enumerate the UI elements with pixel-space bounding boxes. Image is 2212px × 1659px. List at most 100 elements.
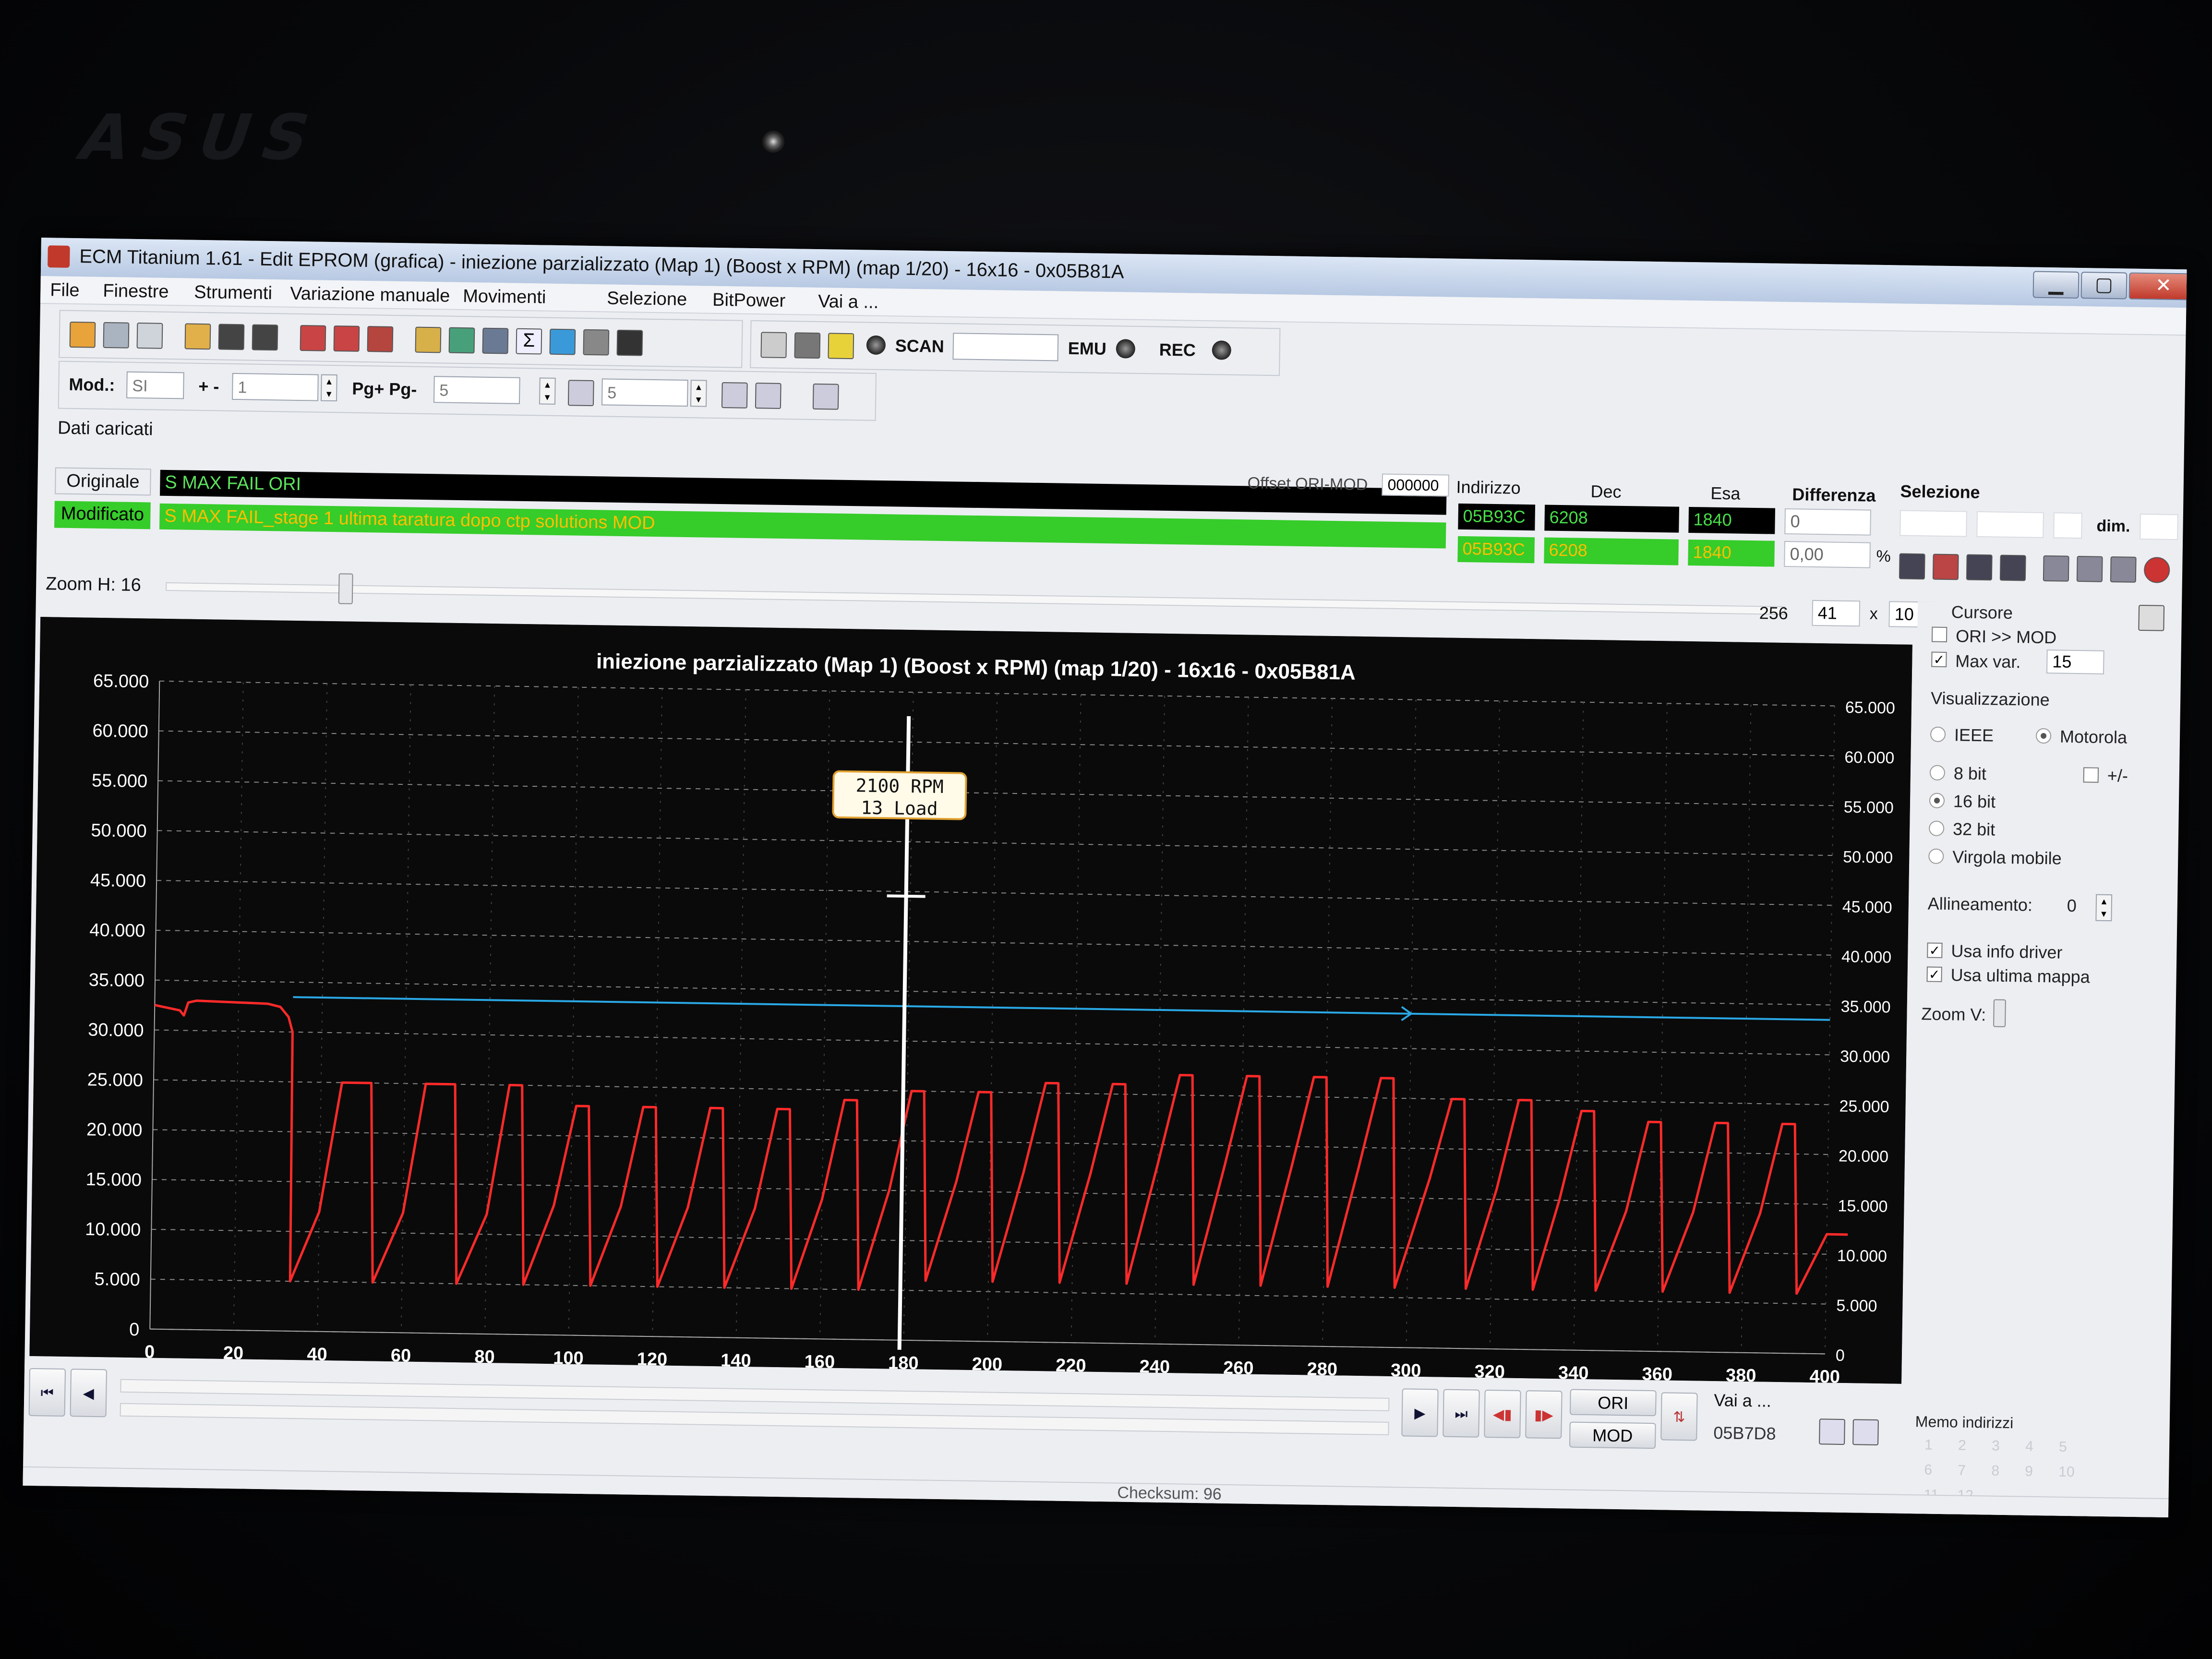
menu-movimenti[interactable]: Movimenti [463,286,546,308]
menu-vai-a[interactable]: Vai a ... [818,291,879,313]
bit8-radio[interactable] [1929,765,1946,781]
menu-finestre[interactable]: Finestre [103,281,169,302]
sigma-icon[interactable]: Σ [516,328,542,355]
page-step-field[interactable]: 5 [433,376,520,404]
binoculars-icon[interactable] [616,329,643,356]
zoom-v-slider[interactable] [1993,999,2006,1027]
home-icon[interactable] [69,321,96,348]
motorola-radio[interactable] [2035,728,2052,744]
mod-address-field[interactable]: 05B93C [1457,536,1535,564]
save-as-icon[interactable] [252,324,278,351]
close-button[interactable]: ✕ [2128,272,2187,301]
open-folder-icon[interactable] [184,323,211,350]
ori-esa-field[interactable]: 1840 [1688,506,1776,534]
maximize-button[interactable]: ▢ [2080,272,2128,300]
usa-ultima-checkbox[interactable]: ✓ [1926,966,1942,982]
allineamento-spinner[interactable]: ▲ ▼ [2095,894,2113,922]
map-chart-svg[interactable]: iniezione parzializzato (Map 1) (Boost x… [29,617,1912,1387]
menu-bitpower[interactable]: BitPower [712,290,786,312]
ori-toggle-button[interactable]: ORI [1569,1389,1657,1417]
percent-field[interactable]: 5 [601,378,688,407]
paste-selection-icon[interactable] [2076,555,2103,582]
copy-selection-icon[interactable] [2043,555,2069,582]
zoom-h-track[interactable] [166,582,1786,615]
select-tool-4-icon[interactable] [1999,554,2026,581]
first-map-button[interactable]: ⏮ [28,1368,66,1417]
percent-icon[interactable] [567,380,594,407]
menu-selezione[interactable]: Selezione [607,288,687,310]
vai-a-address[interactable]: 05B7D8 [1713,1423,1776,1444]
memo-slot[interactable]: 10 [2058,1464,2075,1480]
ori-mod-checkbox[interactable] [1931,626,1948,642]
copy-icon[interactable] [103,322,130,349]
lock-panel-icon[interactable] [2138,604,2165,631]
menu-strumenti[interactable]: Strumenti [194,282,272,304]
memo-slot[interactable]: 2 [1958,1438,1966,1454]
menu-file[interactable]: File [50,280,80,301]
memo-slot[interactable]: 4 [2025,1439,2033,1455]
prev-diff-button[interactable]: ◀▮ [1484,1389,1521,1438]
mod-toggle-button[interactable]: MOD [1569,1421,1656,1449]
zoom-pos-field[interactable]: 41 [1812,600,1861,627]
allineamento-value[interactable]: 0 [2067,896,2077,916]
matrix-icon[interactable] [755,383,781,409]
memo-slot[interactable]: 3 [1992,1438,2000,1455]
emu-led-icon[interactable] [1116,339,1136,359]
ori-address-field[interactable]: 05B93C [1458,503,1536,531]
zoom-h-slider[interactable] [338,573,353,604]
next-map-button[interactable]: ▶ [1401,1388,1439,1437]
mod-diff-field[interactable]: 0,00 [1784,541,1871,568]
last-map-button[interactable]: ⏭ [1443,1389,1480,1438]
scan-dropdown[interactable] [952,333,1059,361]
swap-icon[interactable]: ⇅ [1660,1392,1698,1441]
minimize-button[interactable]: ▁ [2032,271,2080,299]
memo-slot[interactable]: 7 [1958,1463,1966,1479]
prev-map-button[interactable]: ◀ [70,1369,108,1418]
float-radio[interactable] [1928,848,1944,864]
selezione-from-field[interactable] [1899,510,1967,537]
move-left-icon[interactable] [1819,1419,1845,1445]
map-chart[interactable]: iniezione parzializzato (Map 1) (Boost x… [29,617,1912,1387]
memo-slot[interactable]: 8 [1991,1463,1999,1479]
rec-led-icon[interactable] [1212,340,1232,360]
next-diff-button[interactable]: ▮▶ [1525,1390,1563,1439]
calculator-icon[interactable] [448,327,475,354]
ieee-radio[interactable] [1930,726,1946,742]
bit32-radio[interactable] [1928,820,1945,836]
mod-field[interactable]: SI [126,371,184,399]
originale-button[interactable]: Originale [55,467,151,496]
step-field[interactable]: 1 [232,373,319,401]
color-icon[interactable] [549,328,576,355]
multiply-icon[interactable] [721,382,748,409]
memo-slot[interactable]: 9 [2025,1464,2033,1480]
offset-field[interactable]: 000000 [1382,473,1450,497]
select-tool-2-icon[interactable] [1932,553,1959,580]
signed-checkbox[interactable] [2083,767,2099,783]
select-tool-3-icon[interactable] [1966,554,1993,581]
selezione-to-field[interactable] [1976,511,2044,538]
selezione-extra-field[interactable] [2053,512,2082,539]
export-selection-icon[interactable] [2110,556,2137,583]
memo-slot[interactable]: 6 [1924,1462,1932,1478]
menu-variazione-manuale[interactable]: Variazione manuale [290,284,450,307]
save-icon[interactable] [218,324,245,350]
memo-slot[interactable]: 5 [2059,1439,2067,1455]
import-icon[interactable] [482,327,509,354]
table-icon[interactable] [583,329,610,356]
ori-diff-field[interactable]: 0 [1784,508,1872,536]
max-var-checkbox[interactable]: ✓ [1931,651,1947,667]
mod-esa-field[interactable]: 1840 [1688,539,1775,567]
person-icon[interactable] [828,333,854,360]
undo-icon[interactable] [812,383,839,410]
mod-dec-field[interactable]: 6208 [1544,537,1679,565]
move-right-icon[interactable] [1852,1419,1879,1446]
check-icon[interactable] [300,325,326,351]
compare-icon[interactable] [333,325,360,352]
modificato-button[interactable]: Modificato [54,501,151,529]
calendar-icon[interactable] [367,326,394,352]
max-var-field[interactable]: 15 [2046,649,2104,674]
edit-icon[interactable] [415,326,442,353]
bit16-radio[interactable] [1929,793,1945,808]
lock-icon[interactable] [794,332,821,359]
select-tool-1-icon[interactable] [1899,553,1925,580]
